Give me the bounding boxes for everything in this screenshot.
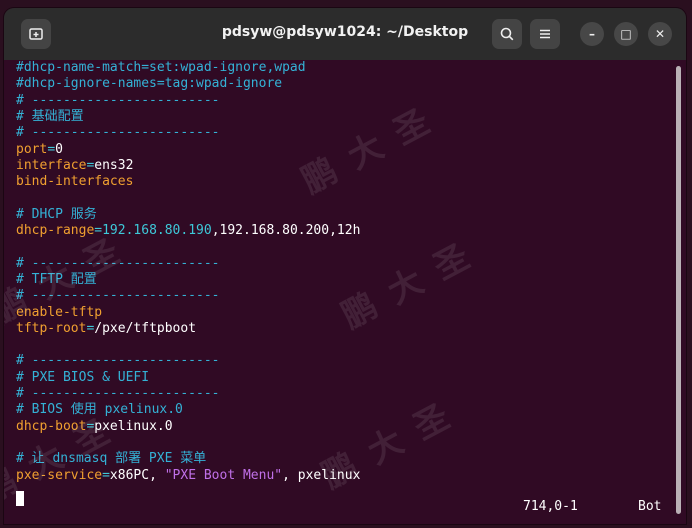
menu-button[interactable] (530, 19, 560, 49)
search-button[interactable] (492, 19, 522, 49)
text-segment: # ------------------------ (16, 353, 220, 369)
search-icon (500, 27, 514, 41)
text-segment: enable-tftp (16, 304, 103, 320)
close-icon: ✕ (654, 27, 666, 41)
text-line: pxe-service=x86PC, "PXE Boot Menu", pxel… (16, 468, 360, 484)
text-line: port=0 (16, 142, 63, 158)
text-segment: bind-interfaces (16, 174, 134, 190)
text-line: dhcp-range=192.168.80.190,192.168.80.200… (16, 223, 360, 239)
text-line: tftp-root=/pxe/tftpboot (16, 321, 196, 337)
text-segment: pxelinux.0 (94, 418, 173, 434)
text-line: # ------------------------ (16, 353, 220, 369)
scrollbar[interactable] (676, 66, 681, 514)
text-line: # DHCP 服务 (16, 207, 97, 223)
text-line: bind-interfaces (16, 174, 133, 190)
text-segment: ,192.168.80.200,12h (211, 223, 361, 238)
terminal-content[interactable]: #dhcp-name-match=set:wpad-ignore,wpad #dh… (4, 60, 686, 524)
text-segment: "PXE Boot Menu" (164, 467, 283, 483)
text-segment: , pxelinux (282, 467, 361, 483)
text-segment: x86PC (109, 467, 150, 483)
text-segment: # ------------------------ (16, 255, 220, 271)
terminal-window: pdsyw@pdsyw1024: ~/Desktop – □ ✕ #dhcp-n… (4, 8, 686, 524)
text-segment: dhcp-boot (16, 418, 87, 434)
text-segment: ens32 (94, 157, 134, 173)
text-line: # BIOS 使用 pxelinux.0 (16, 402, 183, 418)
text-line: # 让 dnsmasq 部署 PXE 菜单 (16, 451, 206, 467)
text-line: #dhcp-ignore-names=tag:wpad-ignore (16, 76, 282, 92)
text-segment: = (94, 223, 103, 238)
minimize-button[interactable]: – (580, 22, 604, 46)
text-segment: # BIOS 使用 pxelinux.0 (16, 402, 183, 418)
text-segment: # DHCP 服务 (16, 206, 97, 222)
text-line: # 基础配置 (16, 109, 84, 125)
text-line: interface=ens32 (16, 158, 133, 174)
text-line: # ------------------------ (16, 288, 220, 304)
scroll-position: Bot (638, 499, 662, 514)
text-line: enable-tftp (16, 305, 102, 321)
text-segment: #dhcp-name-match=set:wpad-ignore,wpad (16, 60, 306, 75)
text-segment: interface (16, 157, 87, 173)
text-segment: # ------------------------ (16, 92, 220, 108)
text-segment: # 让 dnsmasq 部署 PXE 菜单 (16, 451, 207, 467)
text-segment: dhcp-range (16, 223, 95, 238)
text-segment: #dhcp-ignore-names=tag:wpad-ignore (16, 76, 283, 92)
text-cursor (16, 491, 24, 506)
text-segment: 192.168.80.190 (102, 223, 212, 238)
close-button[interactable]: ✕ (648, 22, 672, 46)
text-segment: = (47, 141, 56, 157)
text-segment: , (149, 467, 165, 483)
text-segment: /pxe/tftpboot (94, 320, 197, 336)
text-segment: = (102, 467, 110, 483)
text-line: dhcp-boot=pxelinux.0 (16, 419, 173, 435)
text-line: # ------------------------ (16, 125, 220, 141)
text-segment: tftp-root (16, 320, 87, 336)
text-line: # ------------------------ (16, 93, 220, 109)
text-line: #dhcp-name-match=set:wpad-ignore,wpad (16, 60, 306, 76)
text-line: # PXE BIOS & UEFI (16, 370, 149, 386)
cursor-position: 714,0-1 (523, 499, 578, 514)
text-segment: # ------------------------ (16, 288, 220, 304)
minimize-icon: – (589, 27, 595, 41)
text-segment: # ------------------------ (16, 125, 220, 141)
text-line: # ------------------------ (16, 386, 220, 402)
text-line: # TFTP 配置 (16, 272, 97, 288)
maximize-icon: □ (620, 27, 632, 41)
text-segment: port (16, 141, 48, 157)
maximize-button[interactable]: □ (614, 22, 638, 46)
text-segment: # TFTP 配置 (16, 271, 97, 287)
text-segment: # ------------------------ (16, 386, 220, 401)
text-line: # ------------------------ (16, 256, 220, 272)
text-segment: 0 (55, 141, 63, 157)
watermark: 鹏大圣 (295, 93, 452, 202)
title-bar: pdsyw@pdsyw1024: ~/Desktop – □ ✕ (4, 8, 686, 60)
text-segment: pxe-service (16, 467, 103, 483)
text-segment: # 基础配置 (16, 108, 84, 124)
hamburger-menu-icon (540, 29, 550, 39)
text-segment: # PXE BIOS & UEFI (16, 369, 150, 385)
